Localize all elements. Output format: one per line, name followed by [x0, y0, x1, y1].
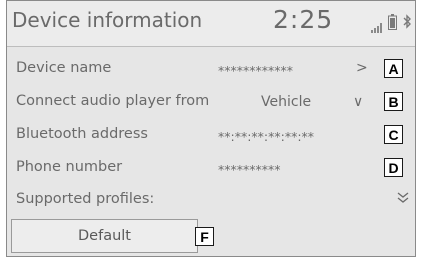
- connect-audio-player-value: Vehicle: [261, 94, 312, 110]
- connect-audio-player-row[interactable]: Connect audio player from Vehicle ∨: [7, 86, 415, 120]
- page-title: Device information: [12, 8, 203, 32]
- connect-audio-player-label: Connect audio player from: [16, 93, 210, 109]
- clock: 2:25: [273, 5, 334, 34]
- header-bar: Device information 2:25: [7, 1, 415, 47]
- device-name-row[interactable]: Device name ************ >: [7, 53, 415, 87]
- bluetooth-address-label: Bluetooth address: [16, 126, 148, 142]
- double-chevron-down-icon[interactable]: [397, 190, 409, 209]
- signal-icon: [371, 18, 383, 37]
- bluetooth-address-row: Bluetooth address **:**:**:**:**:**: [7, 119, 415, 153]
- battery-icon: [388, 14, 397, 34]
- bluetooth-address-value: **:**:**:**:**:**: [218, 129, 315, 144]
- phone-number-label: Phone number: [16, 159, 123, 175]
- callout-label-b: B: [384, 92, 403, 111]
- callout-label-f: F: [195, 227, 214, 246]
- supported-profiles-row[interactable]: Supported profiles:: [7, 184, 415, 217]
- bluetooth-icon: [403, 14, 412, 33]
- callout-label-d: D: [384, 158, 403, 177]
- device-name-label: Device name: [16, 60, 112, 76]
- default-button[interactable]: Default: [11, 219, 198, 253]
- device-information-screen: Device information 2:25 Device name ****…: [6, 0, 416, 257]
- supported-profiles-label: Supported profiles:: [16, 191, 155, 207]
- device-name-value: ************: [218, 63, 293, 78]
- chevron-right-icon: >: [356, 60, 368, 76]
- phone-number-row: Phone number **********: [7, 152, 415, 186]
- chevron-down-icon: ∨: [353, 94, 364, 110]
- phone-number-value: **********: [218, 162, 281, 177]
- callout-label-a: A: [384, 59, 403, 78]
- callout-label-c: C: [384, 125, 403, 144]
